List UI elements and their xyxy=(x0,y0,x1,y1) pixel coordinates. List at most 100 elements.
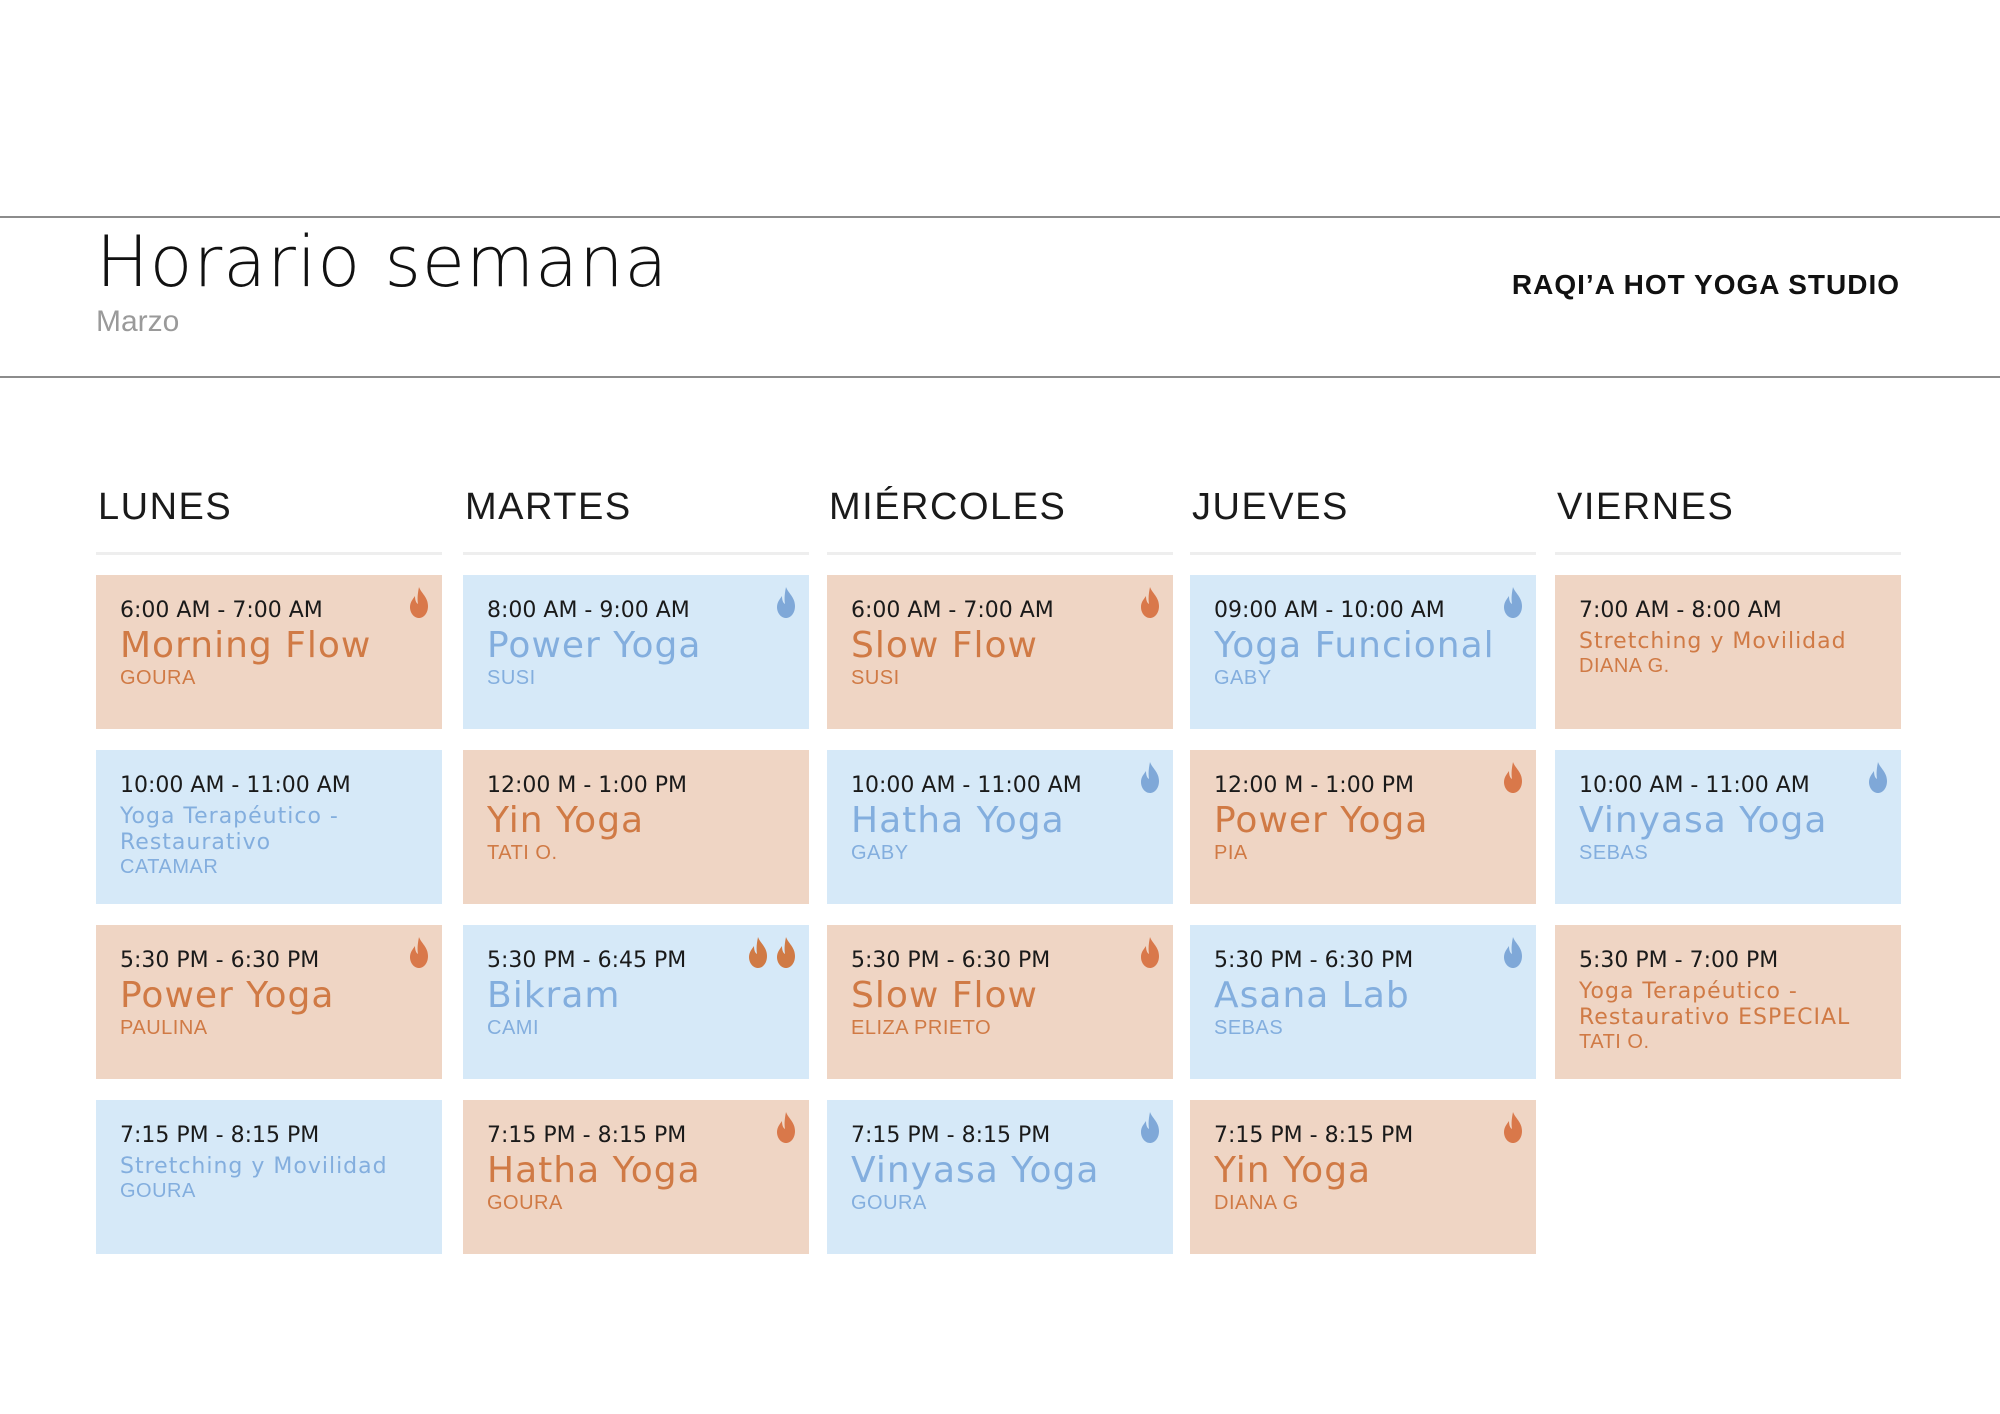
flame-icon xyxy=(1141,937,1159,968)
class-card[interactable]: 12:00 M - 1:00 PM Power Yoga PIA xyxy=(1190,750,1536,904)
day-heading: MIÉRCOLES xyxy=(827,480,1173,555)
class-card[interactable]: 5:30 PM - 7:00 PM Yoga Terapéutico - Rest… xyxy=(1555,925,1901,1079)
class-card[interactable]: 7:15 PM - 8:15 PM Vinyasa Yoga GOURA xyxy=(827,1100,1173,1254)
class-teacher: GOURA xyxy=(851,1192,927,1214)
class-name: Stretching y Movilidad xyxy=(1579,629,1847,654)
class-time: 10:00 AM - 11:00 AM xyxy=(1579,773,1810,798)
flame-icon xyxy=(1869,762,1887,793)
class-teacher: SUSI xyxy=(487,667,536,689)
class-card[interactable]: 09:00 AM - 10:00 AM Yoga Funcional GABY xyxy=(1190,575,1536,729)
class-name: Bikram xyxy=(487,975,621,1016)
class-name: Hatha Yoga xyxy=(487,1150,701,1191)
class-card[interactable]: 10:00 AM - 11:00 AM Yoga Terapéutico - Re… xyxy=(96,750,442,904)
class-teacher: ELIZA PRIETO xyxy=(851,1017,992,1039)
class-card[interactable]: 7:15 PM - 8:15 PM Stretching y Movilidad G… xyxy=(96,1100,442,1254)
class-time: 5:30 PM - 6:30 PM xyxy=(120,948,320,973)
class-teacher: DIANA G xyxy=(1214,1192,1299,1214)
class-name: Power Yoga xyxy=(1214,800,1429,841)
class-name: Yin Yoga xyxy=(1214,1150,1372,1191)
class-card[interactable]: 5:30 PM - 6:45 PM Bikram CAMI xyxy=(463,925,809,1079)
class-card[interactable]: 7:15 PM - 8:15 PM Yin Yoga DIANA G xyxy=(1190,1100,1536,1254)
class-teacher: PIA xyxy=(1214,842,1248,864)
day-heading: JUEVES xyxy=(1190,480,1536,555)
flame-icon xyxy=(410,937,428,968)
class-card[interactable]: 6:00 AM - 7:00 AM Morning Flow GOURA xyxy=(96,575,442,729)
class-name: Stretching y Movilidad xyxy=(120,1154,388,1179)
flame-icon xyxy=(1141,762,1159,793)
day-column: MARTES 8:00 AM - 9:00 AM Power Yoga SUSI 12:… xyxy=(463,480,809,1275)
class-teacher: SUSI xyxy=(851,667,900,689)
class-name: Vinyasa Yoga xyxy=(851,1150,1100,1191)
flame-icon xyxy=(777,587,795,618)
class-teacher: DIANA G. xyxy=(1579,655,1670,677)
class-teacher: PAULINA xyxy=(120,1017,208,1039)
heat-indicator xyxy=(1500,935,1526,969)
class-time: 6:00 AM - 7:00 AM xyxy=(851,598,1054,623)
class-card[interactable]: 5:30 PM - 6:30 PM Asana Lab SEBAS xyxy=(1190,925,1536,1079)
class-teacher: GABY xyxy=(851,842,909,864)
class-teacher: TATI O. xyxy=(1579,1031,1650,1053)
class-name: Slow Flow xyxy=(851,975,1038,1016)
day-heading: VIERNES xyxy=(1555,480,1901,555)
heat-indicator xyxy=(406,585,432,619)
class-time: 10:00 AM - 11:00 AM xyxy=(851,773,1082,798)
day-column: VIERNES 7:00 AM - 8:00 AM Stretching y Mov… xyxy=(1555,480,1901,1100)
heat-indicator xyxy=(1137,935,1163,969)
flame-icon xyxy=(1504,1112,1522,1143)
class-time: 12:00 M - 1:00 PM xyxy=(487,773,687,798)
class-name: Yin Yoga xyxy=(487,800,645,841)
bottom-divider xyxy=(0,376,2000,378)
flame-icon xyxy=(777,1112,795,1143)
heat-indicator xyxy=(1137,1110,1163,1144)
class-card[interactable]: 6:00 AM - 7:00 AM Slow Flow SUSI xyxy=(827,575,1173,729)
class-card[interactable]: 8:00 AM - 9:00 AM Power Yoga SUSI xyxy=(463,575,809,729)
class-name: Morning Flow xyxy=(120,625,372,666)
class-time: 5:30 PM - 7:00 PM xyxy=(1579,948,1779,973)
day-column: JUEVES 09:00 AM - 10:00 AM Yoga Funcional G… xyxy=(1190,480,1536,1275)
class-time: 5:30 PM - 6:45 PM xyxy=(487,948,687,973)
class-name: Hatha Yoga xyxy=(851,800,1065,841)
class-teacher: GOURA xyxy=(120,1180,196,1202)
class-card[interactable]: 5:30 PM - 6:30 PM Slow Flow ELIZA PRIETO xyxy=(827,925,1173,1079)
class-card[interactable]: 7:00 AM - 8:00 AM Stretching y Movilidad D… xyxy=(1555,575,1901,729)
page-subtitle: Marzo xyxy=(96,305,180,338)
class-card[interactable]: 12:00 M - 1:00 PM Yin Yoga TATI O. xyxy=(463,750,809,904)
heat-indicator xyxy=(1865,760,1891,794)
heat-indicator xyxy=(1137,760,1163,794)
class-teacher: GOURA xyxy=(120,667,196,689)
class-name: Asana Lab xyxy=(1214,975,1410,1016)
class-name: Power Yoga xyxy=(120,975,335,1016)
class-teacher: SEBAS xyxy=(1214,1017,1284,1039)
heat-indicator xyxy=(1137,585,1163,619)
day-heading: LUNES xyxy=(96,480,442,555)
flame-icon xyxy=(1141,1112,1159,1143)
class-time: 5:30 PM - 6:30 PM xyxy=(1214,948,1414,973)
class-card[interactable]: 7:15 PM - 8:15 PM Hatha Yoga GOURA xyxy=(463,1100,809,1254)
flame-icon xyxy=(1141,587,1159,618)
class-teacher: CAMI xyxy=(487,1017,539,1039)
class-time: 12:00 M - 1:00 PM xyxy=(1214,773,1414,798)
heat-indicator xyxy=(1500,585,1526,619)
class-card[interactable]: 10:00 AM - 11:00 AM Hatha Yoga GABY xyxy=(827,750,1173,904)
class-time: 7:15 PM - 8:15 PM xyxy=(851,1123,1051,1148)
flame-icon xyxy=(410,587,428,618)
day-column: MIÉRCOLES 6:00 AM - 7:00 AM Slow Flow SUSI 1… xyxy=(827,480,1173,1275)
class-time: 7:15 PM - 8:15 PM xyxy=(120,1123,320,1148)
top-divider xyxy=(0,216,2000,218)
flame-icon xyxy=(1504,587,1522,618)
heat-indicator xyxy=(1500,760,1526,794)
class-teacher: GOURA xyxy=(487,1192,563,1214)
class-name: Yoga Terapéutico - Restaurativo xyxy=(120,804,339,855)
class-time: 09:00 AM - 10:00 AM xyxy=(1214,598,1445,623)
class-teacher: CATAMAR xyxy=(120,856,219,878)
heat-indicator xyxy=(773,585,799,619)
class-card[interactable]: 10:00 AM - 11:00 AM Vinyasa Yoga SEBAS xyxy=(1555,750,1901,904)
class-teacher: TATI O. xyxy=(487,842,558,864)
class-card[interactable]: 5:30 PM - 6:30 PM Power Yoga PAULINA xyxy=(96,925,442,1079)
page-title: Horario semana xyxy=(96,221,669,303)
heat-indicator xyxy=(406,935,432,969)
class-teacher: GABY xyxy=(1214,667,1272,689)
heat-indicator xyxy=(745,935,799,969)
class-teacher: SEBAS xyxy=(1579,842,1649,864)
flame-icon xyxy=(777,937,795,968)
